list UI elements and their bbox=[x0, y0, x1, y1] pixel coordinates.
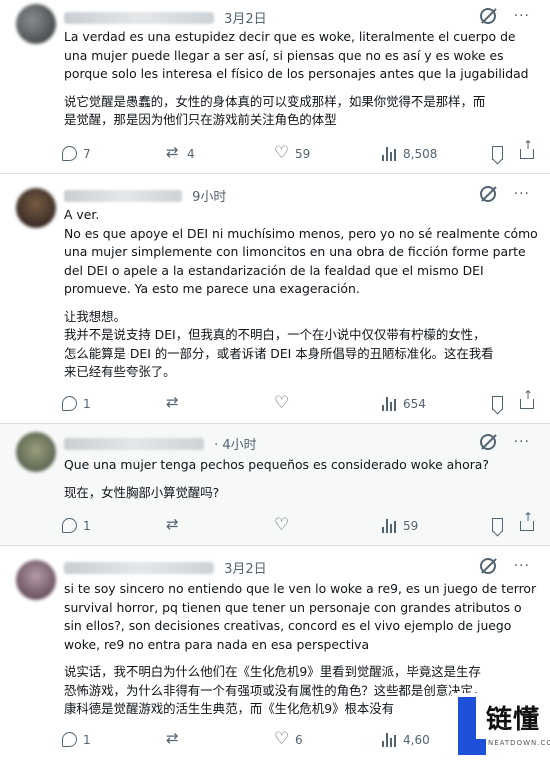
view-count: 59 bbox=[403, 518, 419, 533]
reply-button[interactable]: 1 bbox=[62, 396, 91, 411]
views-button[interactable]: 4,60 bbox=[382, 732, 430, 747]
heart-icon bbox=[274, 146, 289, 161]
share-icon bbox=[520, 511, 534, 531]
bookmark-button[interactable] bbox=[492, 146, 503, 160]
tweet-actions: 7 4 59 8,508 bbox=[62, 139, 536, 164]
username-blurred[interactable] bbox=[64, 11, 214, 24]
views-button[interactable]: 654 bbox=[382, 396, 426, 411]
retweet-icon bbox=[166, 395, 181, 411]
more-icon[interactable]: ··· bbox=[514, 9, 530, 23]
bookmark-icon bbox=[492, 396, 503, 410]
reply-icon bbox=[62, 732, 77, 747]
reply-count: 1 bbox=[83, 396, 91, 411]
tweet-text-original: La verdad es una estupidez decir que es … bbox=[64, 29, 529, 81]
views-icon bbox=[382, 396, 397, 411]
share-button[interactable] bbox=[520, 511, 534, 531]
tweet-actions: 1 654 bbox=[62, 389, 536, 414]
retweet-icon bbox=[166, 517, 181, 533]
tweet-header: 3月2日 ··· bbox=[64, 558, 538, 578]
username-blurred[interactable] bbox=[64, 189, 182, 202]
reply-count: 1 bbox=[83, 518, 91, 533]
views-icon bbox=[382, 732, 397, 747]
watermark-title: 链懂 bbox=[486, 705, 541, 735]
like-count: 6 bbox=[295, 732, 303, 747]
grok-icon[interactable] bbox=[479, 8, 496, 24]
view-count: 4,60 bbox=[403, 732, 430, 747]
heart-icon bbox=[274, 396, 289, 411]
reply-button[interactable]: 1 bbox=[62, 732, 91, 747]
tweet-actions: 1 59 bbox=[62, 511, 536, 536]
timestamp[interactable]: 3月2日 bbox=[224, 8, 267, 27]
like-button[interactable] bbox=[274, 396, 295, 411]
username-blurred[interactable] bbox=[64, 437, 204, 450]
views-button[interactable]: 8,508 bbox=[382, 146, 437, 161]
retweet-icon bbox=[166, 731, 181, 747]
reply-icon bbox=[62, 146, 77, 161]
avatar[interactable] bbox=[16, 560, 56, 600]
views-icon bbox=[382, 146, 397, 161]
reply-count: 7 bbox=[83, 146, 91, 161]
reply-count: 1 bbox=[83, 732, 91, 747]
view-count: 8,508 bbox=[403, 146, 438, 161]
tweet-text-original: si te soy sincero no entiendo que le ven… bbox=[64, 581, 537, 652]
views-icon bbox=[382, 518, 397, 533]
tweet-header: · 4小时 ··· bbox=[64, 434, 538, 454]
reply-button[interactable]: 1 bbox=[62, 518, 91, 533]
retweet-icon bbox=[166, 145, 181, 161]
reply-icon bbox=[62, 518, 77, 533]
retweet-count: 4 bbox=[187, 146, 195, 161]
tweet-text-translation: 让我想想。 我并不是说支持 DEI，但我真的不明白，一个在小说中仅仅带有柠檬的女… bbox=[64, 308, 494, 380]
timestamp[interactable]: · 4小时 bbox=[214, 434, 257, 453]
retweet-button[interactable] bbox=[166, 395, 187, 411]
grok-icon[interactable] bbox=[479, 434, 496, 450]
tweet-2[interactable]: 9小时 ··· A ver. No es que apoye el DEI ni… bbox=[0, 174, 550, 424]
tweet-text-translation: 现在，女性胸部小算觉醒吗? bbox=[64, 484, 220, 500]
share-icon bbox=[520, 389, 534, 409]
like-button[interactable] bbox=[274, 518, 295, 533]
reply-button[interactable]: 7 bbox=[62, 146, 91, 161]
grok-icon[interactable] bbox=[479, 186, 496, 202]
logo-mark-foot bbox=[458, 739, 486, 755]
bookmark-icon bbox=[492, 146, 503, 160]
retweet-button[interactable]: 4 bbox=[166, 145, 195, 161]
avatar[interactable] bbox=[16, 432, 56, 472]
views-button[interactable]: 59 bbox=[382, 518, 418, 533]
like-count: 59 bbox=[295, 146, 311, 161]
tweet-text: La verdad es una estupidez decir que es … bbox=[64, 28, 538, 130]
like-button[interactable]: 6 bbox=[274, 732, 303, 747]
tweet-text-original: Que una mujer tenga pechos pequeños es c… bbox=[64, 457, 489, 472]
retweet-button[interactable] bbox=[166, 517, 187, 533]
heart-icon bbox=[274, 518, 289, 533]
share-button[interactable] bbox=[520, 389, 534, 409]
timestamp[interactable]: 9小时 bbox=[192, 186, 226, 205]
bookmark-button[interactable] bbox=[492, 396, 503, 410]
grok-icon[interactable] bbox=[479, 558, 496, 574]
watermark-subtitle: NEATDOWN.COM bbox=[488, 739, 550, 747]
tweet-text-translation: 说它觉醒是愚蠢的，女性的身体真的可以变成那样，如果你觉得不是那样，而 是觉醒，那… bbox=[64, 93, 486, 128]
bookmark-button[interactable] bbox=[492, 518, 503, 532]
view-count: 654 bbox=[403, 396, 426, 411]
avatar[interactable] bbox=[16, 188, 56, 228]
avatar[interactable] bbox=[16, 4, 56, 44]
retweet-button[interactable] bbox=[166, 731, 187, 747]
more-icon[interactable]: ··· bbox=[514, 559, 530, 573]
heart-icon bbox=[274, 732, 289, 747]
share-button[interactable] bbox=[520, 139, 534, 159]
tweet-header: 9小时 ··· bbox=[64, 186, 538, 206]
tweet-3[interactable]: · 4小时 ··· Que una mujer tenga pechos peq… bbox=[0, 424, 550, 546]
more-icon[interactable]: ··· bbox=[514, 187, 530, 201]
bookmark-icon bbox=[492, 518, 503, 532]
tweet-1[interactable]: 3月2日 ··· La verdad es una estupidez deci… bbox=[0, 0, 550, 174]
tweet-text: A ver. No es que apoye el DEI ni muchísi… bbox=[64, 206, 538, 382]
tweet-text-original: A ver. No es que apoye el DEI ni muchísi… bbox=[64, 207, 538, 296]
more-icon[interactable]: ··· bbox=[514, 435, 530, 449]
like-button[interactable]: 59 bbox=[274, 146, 310, 161]
tweet-header: 3月2日 ··· bbox=[64, 8, 538, 28]
tweet-text: Que una mujer tenga pechos pequeños es c… bbox=[64, 456, 538, 502]
username-blurred[interactable] bbox=[64, 561, 214, 574]
share-icon bbox=[520, 139, 534, 159]
reply-icon bbox=[62, 396, 77, 411]
timestamp[interactable]: 3月2日 bbox=[224, 558, 267, 577]
watermark-logo: 链懂 NEATDOWN.COM bbox=[452, 693, 550, 763]
